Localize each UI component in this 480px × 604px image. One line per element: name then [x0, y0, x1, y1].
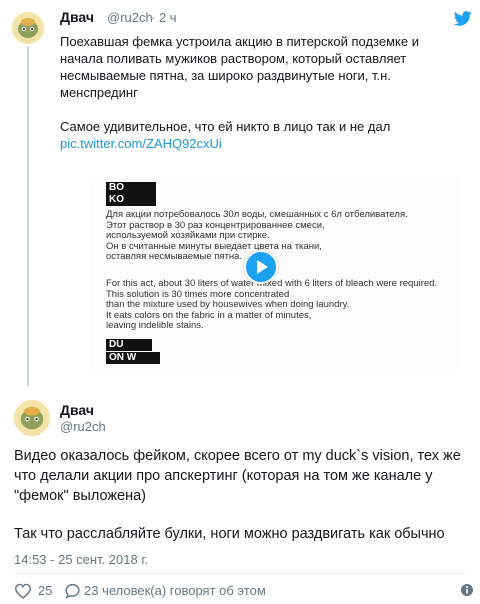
thread-line	[27, 46, 29, 386]
tweet-paragraph-2: Так что расслабляйте булки, ноги можно р…	[14, 526, 445, 542]
quoted-paragraph-1: Поехавшая фемка устроила акцию в питерск…	[60, 34, 419, 100]
play-button[interactable]	[244, 250, 278, 284]
redacted-text: DU	[106, 339, 152, 351]
caption-line: than the mixture used by housewives when…	[106, 299, 350, 310]
caption-line: leaving indelible stains.	[106, 320, 204, 331]
redacted-text: BO	[106, 182, 156, 194]
quoted-timestamp[interactable]: · 2 ч	[151, 10, 177, 25]
twitter-bird-icon[interactable]	[453, 11, 472, 31]
tweet-paragraph-1: Видео оказалось фейком, скорее всего от …	[14, 448, 461, 504]
divider	[14, 573, 466, 574]
play-icon	[257, 260, 268, 274]
author-handle[interactable]: @ru2ch	[60, 419, 106, 434]
video-caption-en: For this act, about 30 liters of water m…	[106, 278, 456, 332]
quoted-author-handle[interactable]: @ru2ch	[107, 10, 153, 25]
caption-line: For this act, about 30 liters of water m…	[106, 278, 438, 289]
caption-line: оставляя несмываемые пятна.	[106, 251, 243, 262]
comment-icon[interactable]	[64, 583, 81, 604]
quoted-paragraph-2: Самое удивительное, что ей никто в лицо …	[60, 119, 391, 134]
quoted-tweet-text: Поехавшая фемка устроила акцию в питерск…	[60, 33, 460, 152]
like-count[interactable]: 25	[38, 583, 52, 598]
info-icon[interactable]	[460, 583, 474, 602]
tweet-datetime[interactable]: 14:53 - 25 сент. 2018 г.	[14, 552, 148, 567]
caption-line: Для акции потребовалось 30л воды, смешан…	[106, 209, 408, 220]
quoted-avatar[interactable]	[12, 12, 44, 44]
caption-line: используемой хозяйками при стирке.	[106, 230, 270, 241]
redacted-text: ON W	[106, 352, 160, 364]
media-link[interactable]: pic.twitter.com/ZAHQ92cxUi	[60, 136, 222, 151]
people-talking[interactable]: 23 человек(а) говорят об этом	[84, 583, 266, 598]
quoted-author-name[interactable]: Двач	[60, 9, 94, 25]
heart-icon[interactable]	[14, 583, 32, 604]
video-caption-ru: Для акции потребовалось 30л воды, смешан…	[106, 209, 456, 263]
tweet-text: Видео оказалось фейком, скорее всего от …	[14, 446, 472, 544]
author-name[interactable]: Двач	[60, 402, 94, 418]
author-avatar[interactable]	[14, 400, 50, 436]
redacted-text: KO	[106, 194, 156, 206]
